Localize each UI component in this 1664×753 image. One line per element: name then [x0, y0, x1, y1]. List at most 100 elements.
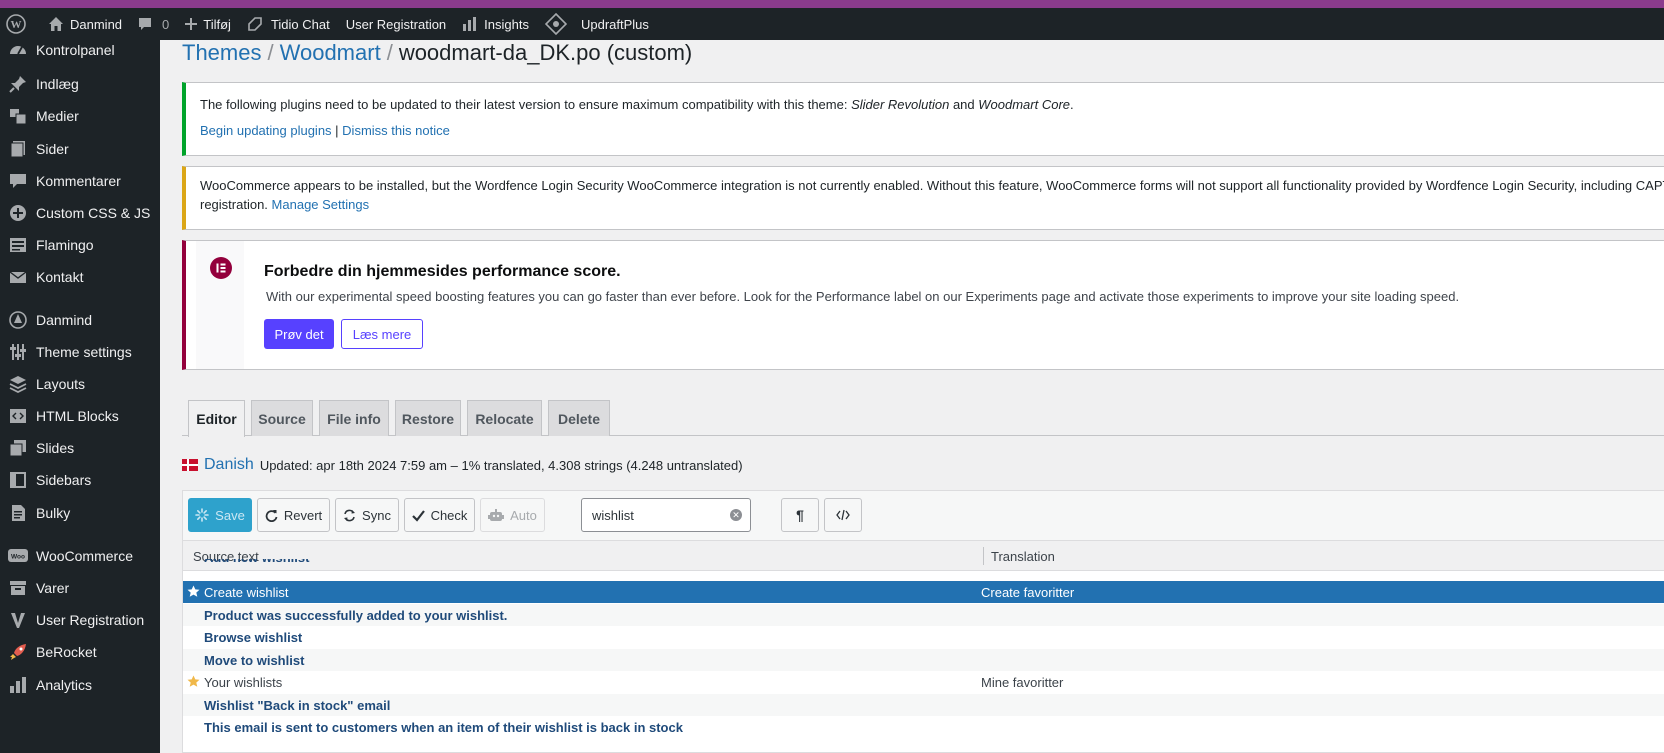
sidebar-item-label: Theme settings	[36, 344, 132, 360]
woo-icon: Woo	[8, 546, 28, 566]
updraftplus-link[interactable]: UpdraftPlus	[537, 8, 657, 40]
plugin-name-woodmart-core: Woodmart Core	[978, 97, 1071, 112]
try-it-button[interactable]: Prøv det	[264, 319, 334, 349]
tab-restore[interactable]: Restore	[395, 400, 461, 436]
sidebar-item-label: Sidebars	[36, 472, 92, 488]
home-icon	[49, 17, 63, 31]
site-name-link[interactable]: Danmind	[40, 8, 130, 40]
sidebar-item-kommentarer[interactable]: Kommentarer	[0, 167, 160, 195]
user-registration-link[interactable]: User Registration	[338, 8, 454, 40]
sidebar-item-sidebars[interactable]: Sidebars	[0, 466, 160, 494]
feed-icon	[8, 235, 28, 255]
sidebar-item-label: User Registration	[36, 612, 145, 628]
source-text: Your wishlists	[204, 675, 283, 690]
sidebar-item-layouts[interactable]: Layouts	[0, 370, 160, 398]
read-more-button[interactable]: Læs mere	[341, 319, 423, 349]
notice-text: The following plugins need to be updated…	[200, 97, 852, 112]
sidebar-icon	[8, 470, 28, 490]
language-status: Danish Updated: apr 18th 2024 7:59 am – …	[182, 456, 743, 474]
breadcrumb-separator: /	[386, 40, 393, 65]
source-text: Browse wishlist	[204, 630, 303, 645]
toggle-code-view-button[interactable]	[824, 498, 862, 532]
new-label: Tilføj	[203, 16, 231, 32]
sidebar-item-flamingo[interactable]: Flamingo	[0, 231, 160, 259]
sidebar-item-label: Layouts	[36, 376, 86, 392]
tab-delete[interactable]: Delete	[548, 400, 610, 436]
plugin-update-text: The following plugins need to be updated…	[200, 97, 1074, 112]
breadcrumb: Themes / Woodmart / woodmart-da_DK.po (custo…	[182, 40, 692, 66]
new-content-link[interactable]: Tilføj	[177, 8, 239, 40]
comment-icon	[139, 18, 152, 30]
wordfence-text-line2: registration. Manage Settings	[200, 197, 369, 212]
comments-link[interactable]: 0	[130, 8, 177, 40]
breadcrumb-themes-link[interactable]: Themes	[182, 40, 261, 65]
table-row[interactable]: Browse wishlist	[183, 626, 1664, 648]
search-input[interactable]	[582, 499, 722, 531]
pages-icon	[8, 139, 28, 159]
source-text: Product was successfully added to your w…	[204, 607, 508, 623]
sidebar-item-indlæg[interactable]: Indlæg	[0, 70, 160, 98]
sidebar-item-medier[interactable]: Medier	[0, 102, 160, 130]
table-row[interactable]: Move to wishlist	[183, 648, 1664, 671]
clear-search-icon[interactable]: ✕	[730, 509, 742, 521]
dismiss-notice-link[interactable]: Dismiss this notice	[342, 123, 450, 138]
sidebar-item-custom-css-js[interactable]: Custom CSS & JS	[0, 199, 160, 227]
table-row[interactable]: Product was successfully added to your w…	[183, 603, 1664, 626]
sidebar-item-label: WooCommerce	[36, 548, 133, 564]
table-row[interactable]: Create wishlist Create favoritter	[183, 581, 1664, 603]
tab-editor[interactable]: Editor	[188, 400, 245, 437]
sidebar-item-kontrolpanel[interactable]: Kontrolpanel	[0, 40, 160, 64]
manage-settings-link[interactable]: Manage Settings	[272, 197, 370, 212]
translation-text: Mine favoritter	[981, 675, 1064, 690]
toggle-invisibles-button[interactable]: ¶	[781, 498, 819, 532]
source-text: Move to wishlist	[204, 652, 305, 668]
sidebar-item-html-blocks[interactable]: HTML Blocks	[0, 402, 160, 430]
tab-relocate[interactable]: Relocate	[467, 400, 542, 436]
archive-icon	[8, 578, 28, 598]
wordpress-logo-button[interactable]: W	[0, 8, 40, 40]
plugin-update-actions: Begin updating plugins | Dismiss this no…	[200, 123, 450, 138]
plugin-update-notice: The following plugins need to be updated…	[182, 82, 1664, 156]
auto-translate-button[interactable]: Auto	[480, 498, 545, 532]
star-icon[interactable]	[187, 585, 200, 601]
begin-updating-link[interactable]: Begin updating plugins	[200, 123, 332, 138]
source-text: Add new wishlist	[204, 559, 309, 565]
comments-count: 0	[162, 16, 170, 32]
danish-flag-icon	[182, 459, 198, 471]
top-accent-line	[0, 0, 1664, 8]
check-button[interactable]: Check	[404, 498, 475, 532]
language-meta: Updated: apr 18th 2024 7:59 am – 1% tran…	[259, 457, 743, 473]
breadcrumb-woodmart-link[interactable]: Woodmart	[280, 40, 381, 65]
sidebar-item-varer[interactable]: Varer	[0, 574, 160, 602]
table-row[interactable]: Your wishlists Mine favoritter	[183, 671, 1664, 693]
table-row[interactable]: Wishlist "Back in stock" email	[183, 693, 1664, 716]
tab-file-info[interactable]: File info	[319, 400, 389, 436]
sidebar-item-danmind[interactable]: Danmind	[0, 306, 160, 334]
tidio-chat-link[interactable]: Tidio Chat	[239, 8, 338, 40]
sidebar-item-bulky[interactable]: Bulky	[0, 499, 160, 527]
sidebar-item-sider[interactable]: Sider	[0, 135, 160, 163]
star-icon[interactable]	[187, 675, 200, 691]
notice-period: .	[1070, 97, 1074, 112]
sidebar-item-berocket[interactable]: BeRocket	[0, 638, 160, 666]
editor-toolbar: Save Revert Sync Check Auto ✕ ¶	[182, 490, 1664, 540]
sidebar-item-label: Kontrolpanel	[36, 42, 115, 58]
sidebar-item-user-registration[interactable]: User Registration	[0, 606, 160, 634]
insights-link[interactable]: Insights	[454, 8, 537, 40]
sidebar-item-analytics[interactable]: Analytics	[0, 671, 160, 699]
mail-icon	[8, 267, 28, 287]
sidebar-item-slides[interactable]: Slides	[0, 434, 160, 462]
sidebar-item-woocommerce[interactable]: Woo WooCommerce	[0, 542, 160, 570]
save-button[interactable]: Save	[188, 498, 252, 532]
rocket-icon	[8, 642, 28, 662]
list-item[interactable]: Add new wishlist	[183, 559, 1664, 571]
language-link[interactable]: Danish	[204, 456, 254, 474]
sidebar-item-theme-settings[interactable]: Theme settings	[0, 338, 160, 366]
tab-source[interactable]: Source	[251, 400, 313, 436]
notice-text-and: and	[949, 97, 979, 112]
revert-button[interactable]: Revert	[257, 498, 330, 532]
table-row[interactable]: This email is sent to customers when an …	[183, 716, 1664, 738]
sidebar-item-kontakt[interactable]: Kontakt	[0, 263, 160, 291]
search-field[interactable]: ✕	[581, 498, 751, 532]
sync-button[interactable]: Sync	[335, 498, 399, 532]
